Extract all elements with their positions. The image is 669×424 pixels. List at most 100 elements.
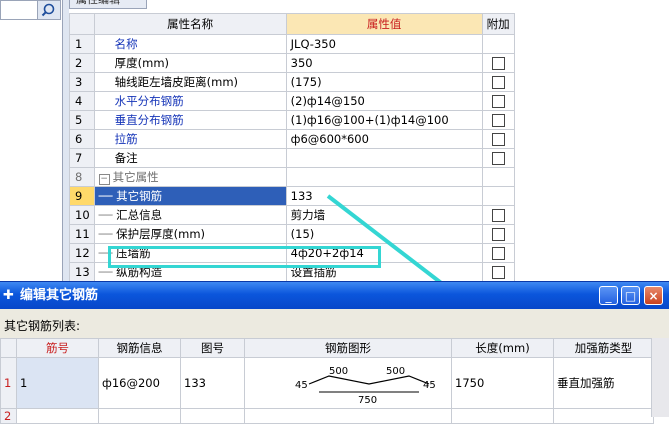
- shape-left-label: 45: [295, 380, 308, 391]
- shape-right-label: 45: [423, 380, 436, 391]
- cell-reinforce-type[interactable]: 垂直加强筋: [553, 357, 654, 409]
- property-name: 轴线距左墙皮距离(mm): [114, 75, 239, 89]
- property-name-cell[interactable]: − 其它属性: [93, 167, 287, 187]
- cell-bar-no[interactable]: [16, 408, 99, 424]
- property-row[interactable]: 8− 其它属性: [69, 167, 515, 187]
- property-tab[interactable]: 属性编辑: [69, 0, 147, 9]
- property-name: 厚度(mm): [114, 56, 170, 70]
- property-row[interactable]: 3 轴线距左墙皮距离(mm) (175): [69, 72, 515, 92]
- header-property-value: 属性值: [285, 13, 483, 35]
- cell-bar-shape[interactable]: 45 500 500 45 750: [244, 357, 452, 409]
- vertical-scrollbar[interactable]: [651, 338, 669, 417]
- property-value-cell[interactable]: ф6@600*600: [285, 129, 483, 149]
- shape-seg2-label: 500: [386, 366, 405, 377]
- attach-checkbox[interactable]: [491, 133, 505, 146]
- property-row[interactable]: 4 水平分布钢筋 (2)ф14@150: [69, 91, 515, 111]
- col-bar-shape: 钢筋图形: [244, 338, 452, 358]
- property-row[interactable]: 2 厚度(mm) 350: [69, 53, 515, 73]
- property-name: 汇总信息: [116, 208, 163, 222]
- row-number: 13: [69, 262, 95, 282]
- corner-header: [69, 13, 95, 35]
- property-name-cell[interactable]: ── 保护层厚度(mm): [93, 224, 287, 244]
- property-row[interactable]: 11 ── 保护层厚度(mm) (15): [69, 224, 515, 244]
- property-name: 拉筋: [114, 132, 138, 146]
- app-icon: ✚: [3, 288, 14, 303]
- property-value-cell[interactable]: JLQ-350: [285, 34, 483, 54]
- search-button[interactable]: [37, 0, 61, 20]
- extra-cell: [481, 110, 515, 130]
- property-value-cell[interactable]: (15): [285, 224, 483, 244]
- table-row[interactable]: 2: [0, 408, 654, 424]
- rebar-list-label: 其它钢筋列表:: [4, 319, 81, 333]
- property-row[interactable]: 5 垂直分布钢筋 (1)ф16@100+(1)ф14@100: [69, 110, 515, 130]
- extra-cell: [481, 91, 515, 111]
- attach-checkbox[interactable]: [491, 228, 505, 241]
- property-name: 名称: [114, 37, 138, 51]
- property-value-cell[interactable]: [285, 148, 483, 168]
- property-row[interactable]: 6 拉筋 ф6@600*600: [69, 129, 515, 149]
- property-name-cell[interactable]: 厚度(mm): [93, 53, 287, 73]
- property-row[interactable]: 7 备注: [69, 148, 515, 168]
- property-value-cell[interactable]: 剪力墙: [285, 205, 483, 225]
- tree-line-icon: ──: [98, 227, 117, 241]
- row-number: 7: [69, 148, 95, 168]
- property-name-cell[interactable]: 轴线距左墙皮距离(mm): [93, 72, 287, 92]
- cell-bar-info[interactable]: ф16@200: [98, 357, 181, 409]
- extra-cell: [481, 72, 515, 92]
- minimize-button[interactable]: _: [599, 286, 618, 305]
- cell-reinforce-type[interactable]: [553, 408, 654, 424]
- property-value-cell[interactable]: 133: [285, 186, 483, 206]
- collapse-icon[interactable]: −: [98, 174, 110, 185]
- row-number: 11: [69, 224, 95, 244]
- attach-checkbox[interactable]: [491, 57, 505, 70]
- attach-checkbox[interactable]: [491, 209, 505, 222]
- edit-other-rebar-dialog: ✚ 编辑其它钢筋 _ □ × 其它钢筋列表: 筋号 钢筋信息 图号 钢筋图形 长…: [0, 281, 669, 424]
- tree-line-icon: ──: [98, 208, 117, 222]
- cell-length[interactable]: 1750: [451, 357, 554, 409]
- property-value-cell[interactable]: [285, 167, 483, 187]
- maximize-button[interactable]: □: [621, 286, 640, 305]
- rebar-table: 筋号 钢筋信息 图号 钢筋图形 长度(mm) 加强筋类型 1 1 ф16@200…: [0, 338, 654, 424]
- property-name-cell[interactable]: ── 其它钢筋: [93, 186, 287, 206]
- property-name-cell[interactable]: ── 汇总信息: [93, 205, 287, 225]
- property-value-cell[interactable]: (2)ф14@150: [285, 91, 483, 111]
- left-panel: [0, 0, 63, 285]
- cell-figure-no[interactable]: 133: [180, 357, 245, 409]
- extra-cell: [481, 34, 515, 54]
- property-value-cell[interactable]: (175): [285, 72, 483, 92]
- attach-checkbox[interactable]: [491, 114, 505, 127]
- dialog-titlebar[interactable]: ✚ 编辑其它钢筋 _ □ ×: [0, 282, 669, 309]
- attach-checkbox[interactable]: [491, 152, 505, 165]
- tree-line-icon: ──: [98, 189, 117, 203]
- property-panel: 属性编辑 属性名称 属性值 附加 1 名称 JLQ-350 2 厚度(mm) 350 3 轴线…: [69, 0, 669, 285]
- attach-checkbox[interactable]: [491, 95, 505, 108]
- attach-checkbox[interactable]: [491, 76, 505, 89]
- table-row[interactable]: 1 1 ф16@200 133 45 500 500 45 750 1750 垂…: [0, 357, 654, 409]
- dialog-title: 编辑其它钢筋: [20, 288, 99, 303]
- property-name-cell[interactable]: 拉筋: [93, 129, 287, 149]
- property-row[interactable]: 9 ── 其它钢筋 133: [69, 186, 515, 206]
- cell-bar-no[interactable]: 1: [16, 357, 99, 409]
- extra-cell: [481, 167, 515, 187]
- property-name-cell[interactable]: 名称: [93, 34, 287, 54]
- property-name-cell[interactable]: 垂直分布钢筋: [93, 110, 287, 130]
- close-button[interactable]: ×: [644, 286, 663, 305]
- bar-shape-figure: 45 500 500 45 750: [295, 366, 436, 406]
- property-row[interactable]: 10 ── 汇总信息 剪力墙: [69, 205, 515, 225]
- search-input[interactable]: [0, 0, 38, 20]
- cell-figure-no[interactable]: [180, 408, 245, 424]
- property-value-cell[interactable]: 350: [285, 53, 483, 73]
- corner-header: [0, 338, 17, 358]
- col-bar-no: 筋号: [16, 338, 99, 358]
- cell-length[interactable]: [451, 408, 554, 424]
- property-name-cell[interactable]: 备注: [93, 148, 287, 168]
- property-row[interactable]: 1 名称 JLQ-350: [69, 34, 515, 54]
- property-name-cell[interactable]: 水平分布钢筋: [93, 91, 287, 111]
- attach-checkbox[interactable]: [491, 247, 505, 260]
- cell-bar-shape[interactable]: [244, 408, 452, 424]
- cell-bar-info[interactable]: [98, 408, 181, 424]
- extra-cell: [481, 148, 515, 168]
- attach-checkbox[interactable]: [491, 266, 505, 279]
- extra-cell: [481, 205, 515, 225]
- property-value-cell[interactable]: (1)ф16@100+(1)ф14@100: [285, 110, 483, 130]
